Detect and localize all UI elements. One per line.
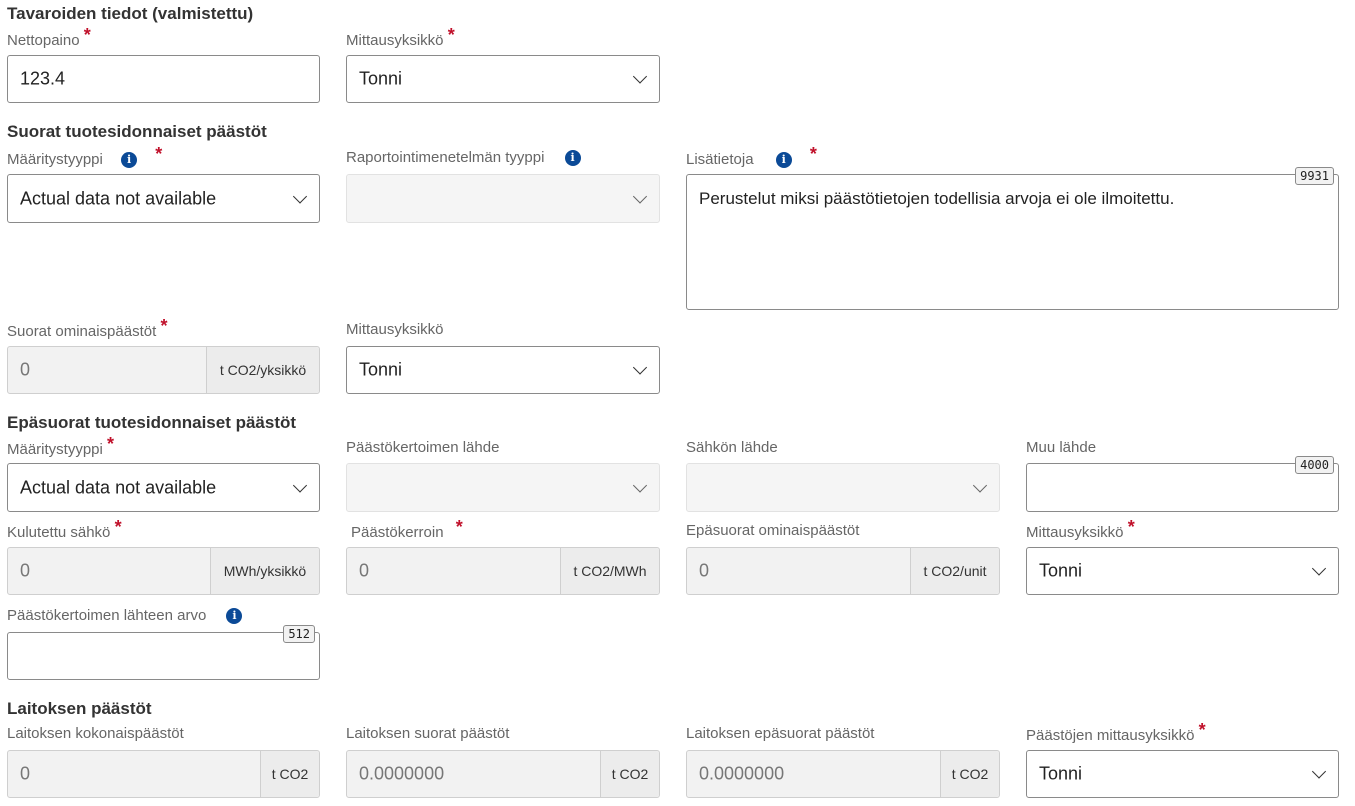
unit-addon: t CO2	[940, 751, 999, 797]
factor-source-select[interactable]	[346, 463, 660, 512]
required-marker: *	[809, 144, 817, 164]
electricity-source-select[interactable]	[686, 463, 1000, 512]
direct-type-select[interactable]: Actual data not available	[7, 174, 320, 223]
chevron-down-icon	[1311, 764, 1327, 779]
info-icon[interactable]: i	[121, 152, 138, 168]
label-emission-factor: Päästökerroin *	[351, 517, 463, 541]
char-counter: 512	[283, 625, 315, 643]
section-title-goods: Tavaroiden tiedot (valmistettu)	[7, 4, 254, 23]
indirect-specific-input[interactable]: 0 t CO2/unit	[686, 547, 1000, 595]
label-factor-source: Päästökertoimen lähde	[346, 439, 500, 456]
goods-unit-select[interactable]: Tonni	[346, 55, 660, 103]
required-marker: *	[1198, 720, 1206, 740]
label-goods-unit: Mittausyksikkö *	[346, 25, 455, 49]
label-direct-type: Määritystyyppi i *	[7, 144, 163, 168]
label-consumed-electricity: Kulutettu sähkö *	[7, 517, 122, 541]
factor-value-source-input[interactable]: 512	[7, 625, 320, 680]
chevron-down-icon	[972, 477, 988, 493]
facility-unit-select[interactable]: Tonni	[1026, 750, 1339, 798]
label-facility-unit: Päästöjen mittausyksikkö *	[1026, 720, 1206, 744]
section-title-facility: Laitoksen päästöt	[7, 699, 152, 718]
label-reporting-method: Raportointimenetelmän tyyppi i	[346, 149, 581, 167]
chevron-down-icon	[632, 69, 648, 84]
unit-addon: t CO2/MWh	[560, 548, 659, 594]
unit-addon: MWh/yksikkö	[210, 548, 319, 594]
required-marker: *	[114, 517, 122, 537]
reporting-method-select[interactable]	[346, 174, 660, 223]
emission-factor-input[interactable]: 0 t CO2/MWh	[346, 547, 660, 595]
label-indirect-unit: Mittausyksikkö *	[1026, 517, 1135, 541]
additional-info-textarea[interactable]: Perustelut miksi päästötietojen todellis…	[686, 167, 1339, 310]
indirect-type-select[interactable]: Actual data not available	[7, 463, 320, 512]
unit-addon: t CO2	[600, 751, 659, 797]
facility-indirect-input[interactable]: 0.0000000 t CO2	[686, 750, 1000, 798]
section-title-direct: Suorat tuotesidonnaiset päästöt	[7, 122, 267, 141]
net-weight-input[interactable]: 123.4	[7, 55, 320, 103]
required-marker: *	[107, 434, 115, 454]
required-marker: *	[447, 25, 455, 45]
indirect-unit-select[interactable]: Tonni	[1026, 547, 1339, 595]
label-facility-indirect: Laitoksen epäsuorat päästöt	[686, 725, 875, 742]
section-title-indirect: Epäsuorat tuotesidonnaiset päästöt	[7, 413, 297, 432]
label-factor-value-source: Päästökertoimen lähteen arvo i	[7, 607, 243, 625]
info-icon[interactable]: i	[226, 608, 243, 624]
chevron-down-icon	[632, 188, 648, 204]
chevron-down-icon	[1311, 561, 1327, 576]
direct-unit-select[interactable]: Tonni	[346, 346, 660, 394]
info-icon[interactable]: i	[775, 152, 792, 168]
label-other-source: Muu lähde	[1026, 439, 1097, 456]
chevron-down-icon	[632, 360, 648, 375]
direct-specific-input[interactable]: 0 t CO2/yksikkö	[7, 346, 320, 394]
chevron-down-icon	[292, 477, 308, 493]
label-net-weight: Nettopaino *	[7, 25, 91, 49]
consumed-electricity-input[interactable]: 0 MWh/yksikkö	[7, 547, 320, 595]
required-marker: *	[160, 316, 168, 336]
unit-addon: t CO2/yksikkö	[206, 347, 319, 393]
char-counter: 9931	[1295, 167, 1334, 185]
info-icon[interactable]: i	[564, 150, 581, 166]
label-indirect-type: Määritystyyppi *	[7, 434, 115, 458]
chevron-down-icon	[632, 477, 648, 493]
facility-total-input[interactable]: 0 t CO2	[7, 750, 320, 798]
label-facility-total: Laitoksen kokonaispäästöt	[7, 725, 184, 742]
other-source-input[interactable]: 4000	[1026, 456, 1339, 512]
label-facility-direct: Laitoksen suorat päästöt	[346, 725, 510, 742]
unit-addon: t CO2	[260, 751, 319, 797]
required-marker: *	[83, 25, 91, 45]
unit-addon: t CO2/unit	[910, 548, 999, 594]
label-direct-specific: Suorat ominaispäästöt *	[7, 316, 168, 340]
label-electricity-source: Sähkön lähde	[686, 439, 778, 456]
label-direct-unit: Mittausyksikkö	[346, 321, 444, 338]
required-marker: *	[1127, 517, 1135, 537]
required-marker: *	[155, 144, 163, 164]
label-additional-info: Lisätietoja i *	[686, 144, 817, 168]
required-marker: *	[455, 517, 463, 537]
char-counter: 4000	[1295, 456, 1334, 474]
facility-direct-input[interactable]: 0.0000000 t CO2	[346, 750, 660, 798]
label-indirect-specific: Epäsuorat ominaispäästöt	[686, 522, 860, 539]
chevron-down-icon	[292, 188, 308, 204]
